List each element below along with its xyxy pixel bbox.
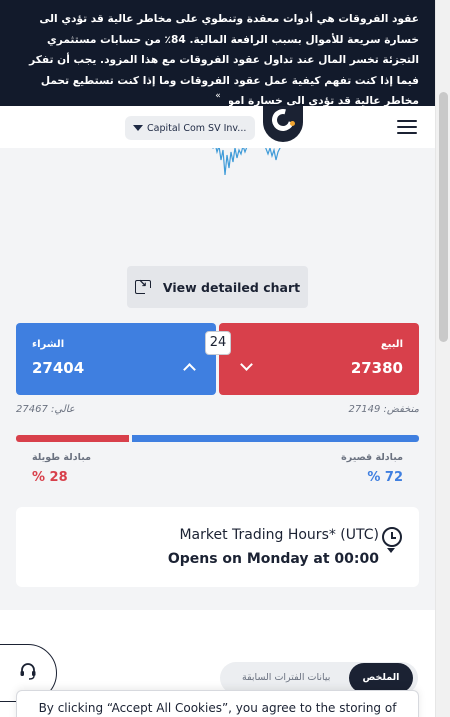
headset-icon <box>20 663 36 680</box>
chevron-down-icon <box>240 358 253 371</box>
sentiment-short-fill <box>131 435 419 442</box>
page: Capital Com SV Inv... عقود الفروقات هي أ… <box>0 0 435 717</box>
expand-chart-icon <box>134 277 153 296</box>
sentiment-long-fill <box>16 435 129 442</box>
cookie-consent-banner: By clicking “Accept All Cookies”, you ag… <box>16 690 419 717</box>
sell-price: 27380 <box>350 359 403 377</box>
view-detailed-chart-button[interactable]: View detailed chart <box>127 266 308 308</box>
sell-button[interactable]: البيع 27380 <box>219 323 419 395</box>
short-sentiment-label: مبادلة قصيرة <box>341 452 403 463</box>
caret-down-icon <box>133 125 143 131</box>
top-header: Capital Com SV Inv... <box>0 106 435 148</box>
short-sentiment-value: % 72 <box>367 470 403 485</box>
clock-icon <box>382 527 402 547</box>
chevron-up-icon <box>183 363 196 376</box>
scrollbar-thumb[interactable] <box>439 92 448 342</box>
page-scrollbar[interactable] <box>435 0 450 717</box>
double-chevron-up-icon[interactable]: « <box>207 89 229 106</box>
view-detailed-chart-label: View detailed chart <box>162 279 301 295</box>
sentiment-bar <box>16 435 419 442</box>
cookie-consent-text: By clicking “Accept All Cookies”, you ag… <box>38 701 397 715</box>
clock-icon-tail <box>387 548 395 553</box>
long-sentiment-label: مبادلة طويلة <box>32 452 91 463</box>
buy-button[interactable]: الشراء 27404 <box>16 323 216 395</box>
sell-label: البيع <box>380 339 403 350</box>
logo-dot <box>290 121 295 126</box>
buy-price: 27404 <box>32 359 85 377</box>
market-hours-title: Market Trading Hours* (UTC) <box>179 527 379 543</box>
market-hours-card: Market Trading Hours* (UTC) Opens on Mon… <box>16 507 419 587</box>
long-sentiment-value: % 28 <box>32 470 68 485</box>
market-open-status: Opens on Monday at 00:00 <box>167 551 379 567</box>
tab-summary[interactable]: الملخص <box>349 663 413 693</box>
instrument-name: Capital Com SV Inv... <box>147 122 247 134</box>
daily-high: عالي: 27467 <box>16 404 75 415</box>
spread-badge: 24 <box>205 331 231 355</box>
daily-low: منخفض: 27149 <box>348 404 420 415</box>
buy-label: الشراء <box>32 339 65 350</box>
hamburger-icon[interactable] <box>397 120 417 134</box>
instrument-selector[interactable]: Capital Com SV Inv... <box>125 116 255 140</box>
